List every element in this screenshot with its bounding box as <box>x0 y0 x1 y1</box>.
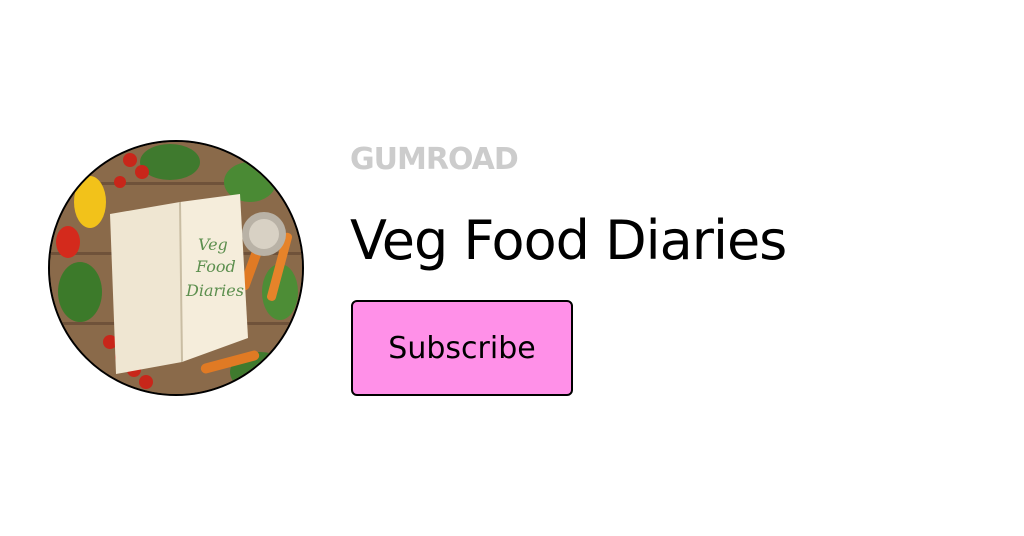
gumroad-logo: GUMROAD <box>350 142 519 177</box>
avatar-image: Veg Food Diaries <box>50 142 302 394</box>
avatar-text-line: Food <box>195 257 236 276</box>
subscribe-button[interactable]: Subscribe <box>351 300 573 396</box>
avatar-text-line: Diaries <box>185 281 244 300</box>
page-title: Veg Food Diaries <box>350 209 787 272</box>
avatar: Veg Food Diaries <box>48 140 304 396</box>
avatar-text-line: Veg <box>198 235 228 254</box>
